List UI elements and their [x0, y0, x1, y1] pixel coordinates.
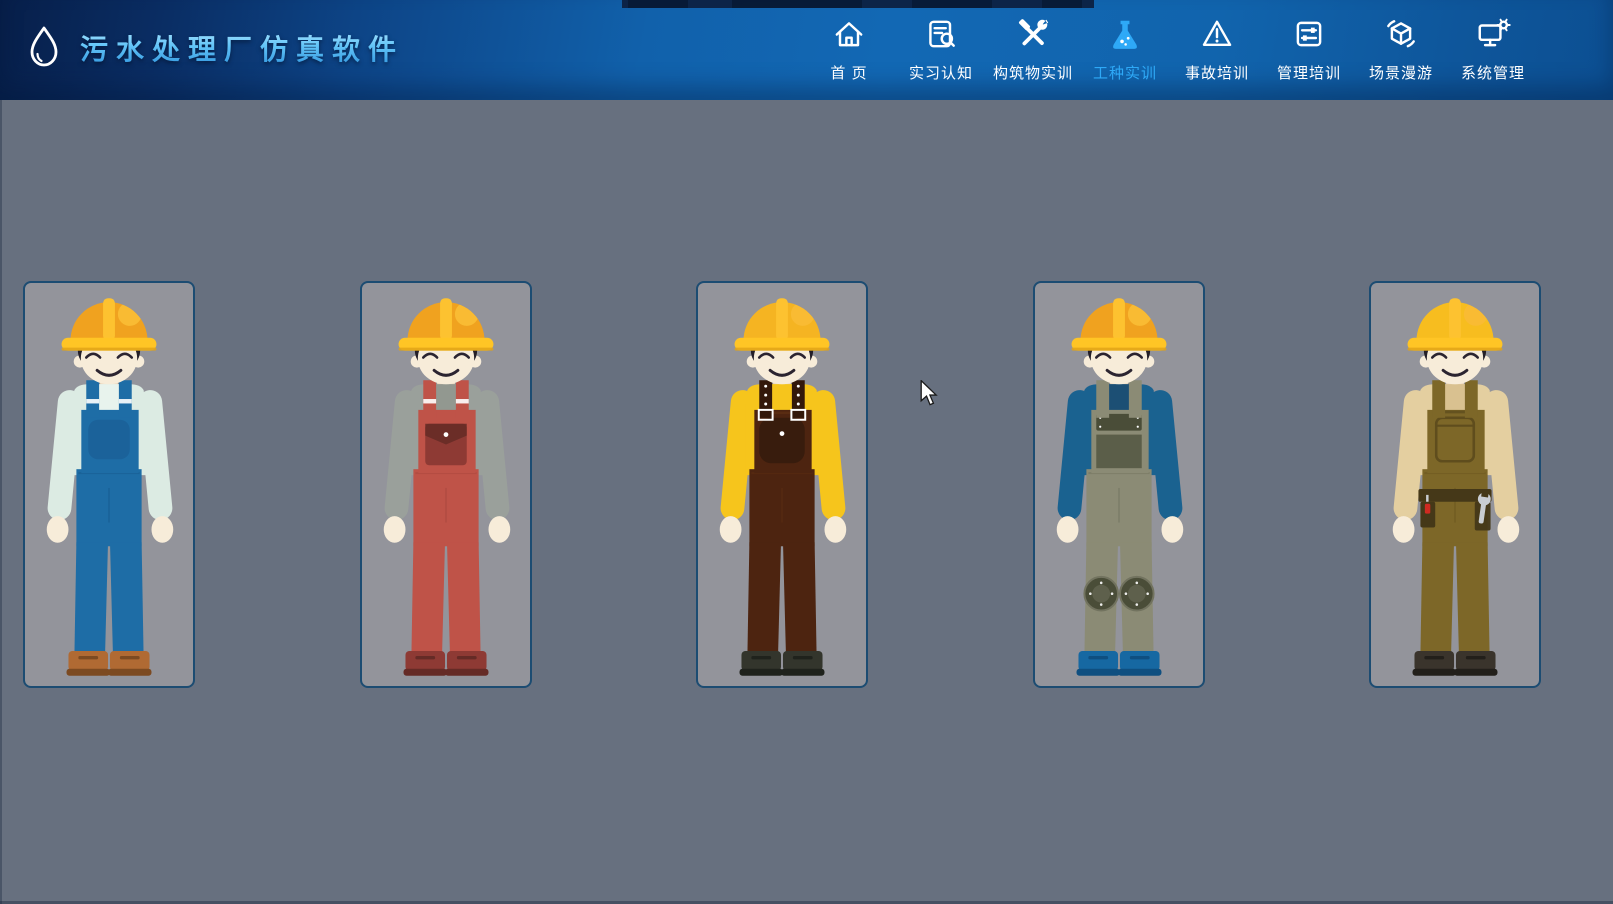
nav-item-4[interactable]: 工种实训	[1079, 0, 1171, 100]
nav-item-7[interactable]: 场景漫游	[1355, 0, 1447, 100]
water-drop-icon	[26, 24, 62, 72]
left-edge-shade	[0, 100, 2, 904]
sliders-icon	[1291, 14, 1327, 54]
cube-roam-icon	[1383, 14, 1419, 54]
nav-item-label: 工种实训	[1093, 62, 1157, 83]
app-logo: 污水处理厂仿真软件	[26, 24, 404, 72]
nav-item-label: 管理培训	[1277, 62, 1341, 83]
worker-card-brown[interactable]	[696, 281, 868, 688]
nav-item-label: 场景漫游	[1369, 62, 1433, 83]
main-nav: 首 页 实习认知 构筑物实训 工种实训 事故培训 管理培训 场景漫游 系统管理	[803, 0, 1539, 100]
nav-item-5[interactable]: 事故培训	[1171, 0, 1263, 100]
home-icon	[831, 14, 867, 54]
worker-red-overalls-figure	[362, 283, 530, 686]
worker-olive-overalls-figure	[1035, 283, 1203, 686]
nav-item-3[interactable]: 构筑物实训	[987, 0, 1079, 100]
worker-khaki-overalls-figure	[1371, 283, 1539, 686]
nav-item-label: 系统管理	[1461, 62, 1525, 83]
worker-card-blue[interactable]	[23, 281, 195, 688]
nav-item-label: 构筑物实训	[993, 62, 1073, 83]
practice-doc-icon	[923, 14, 959, 54]
nav-item-8[interactable]: 系统管理	[1447, 0, 1539, 100]
nav-item-label: 实习认知	[909, 62, 973, 83]
top-navigation-bar: 污水处理厂仿真软件 首 页 实习认知 构筑物实训 工种实训 事故培训 管理培训 …	[0, 0, 1613, 100]
worker-blue-overalls-figure	[25, 283, 193, 686]
nav-item-1[interactable]: 首 页	[803, 0, 895, 100]
crossed-tools-icon	[1015, 14, 1051, 54]
worker-card-khaki[interactable]	[1369, 281, 1541, 688]
worker-character-gallery	[23, 281, 1590, 688]
worker-card-red[interactable]	[360, 281, 532, 688]
nav-item-label: 事故培训	[1185, 62, 1249, 83]
mouse-cursor	[918, 380, 940, 411]
nav-item-6[interactable]: 管理培训	[1263, 0, 1355, 100]
nav-item-label: 首 页	[830, 62, 867, 83]
flask-icon	[1107, 14, 1143, 54]
nav-item-2[interactable]: 实习认知	[895, 0, 987, 100]
system-monitor-icon	[1475, 14, 1511, 54]
worker-brown-overalls-figure	[698, 283, 866, 686]
warning-triangle-icon	[1199, 14, 1235, 54]
worker-card-olive[interactable]	[1033, 281, 1205, 688]
app-title: 污水处理厂仿真软件	[80, 28, 404, 68]
